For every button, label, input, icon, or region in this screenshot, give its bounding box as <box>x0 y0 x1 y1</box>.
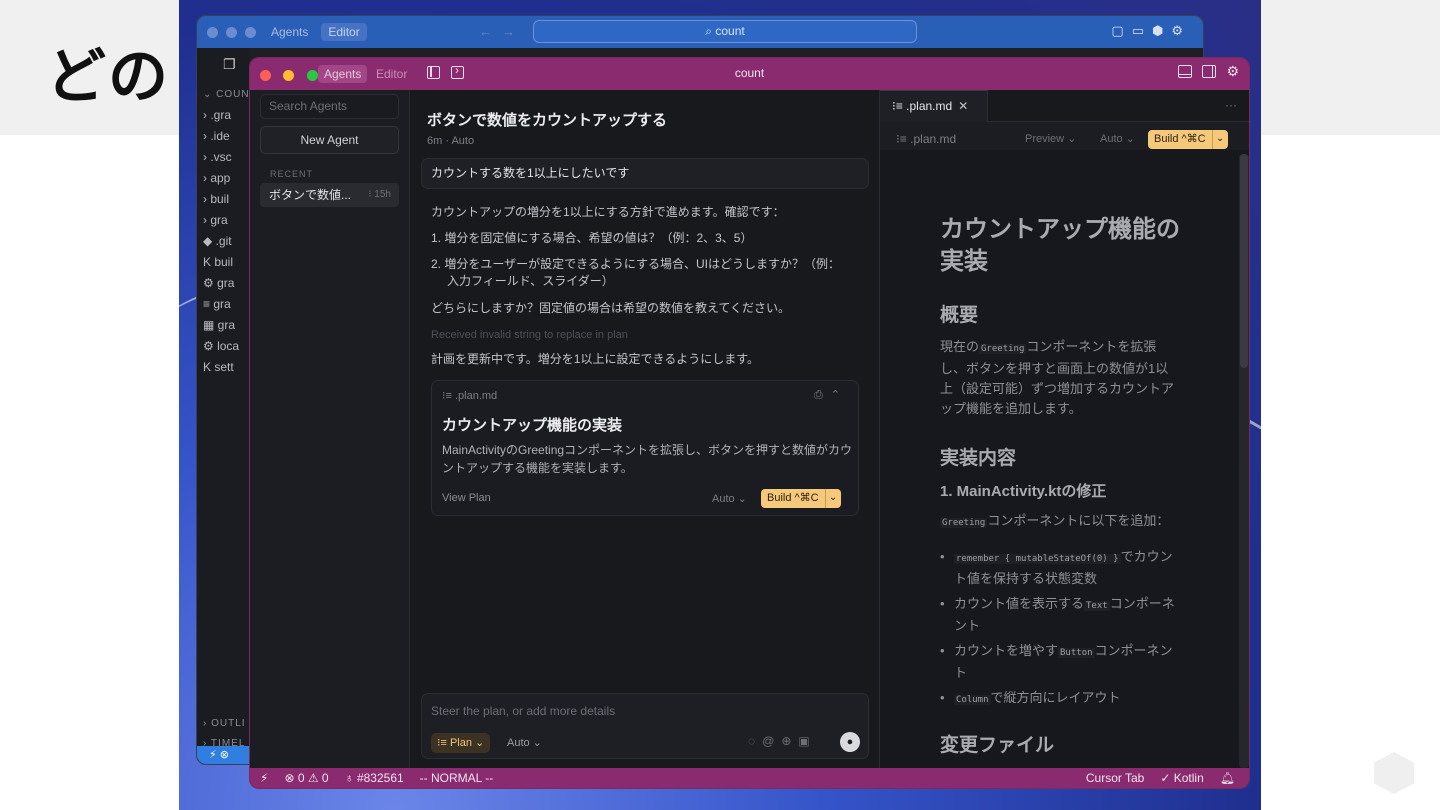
toggle-bottom-panel-icon[interactable] <box>1178 65 1193 78</box>
doc-heading-files: 変更ファイル <box>940 735 1055 756</box>
composer-model-select[interactable]: Auto ⌄ <box>507 736 542 749</box>
maximize-dot[interactable] <box>245 26 256 38</box>
plan-card-file: ⁝≡ .plan.md <box>442 390 498 402</box>
doc-heading-overview: 概要 <box>940 305 979 326</box>
gear-icon[interactable]: ⚙ <box>1226 64 1239 78</box>
doc-heading-main: 1. MainActivity.ktの修正 <box>940 483 1107 500</box>
reply-line: 入力フィールド、スライダー） <box>447 274 614 288</box>
tree-item[interactable]: › gra <box>203 210 250 231</box>
plan-mode-chip[interactable]: ⁝≡ Plan ⌄ <box>431 733 491 753</box>
tree-item[interactable]: ≡ gra <box>203 294 250 315</box>
files-icon[interactable]: ❐ <box>223 56 236 73</box>
tree-header: ⌄ COUN <box>203 89 250 100</box>
hexagon-logo <box>1374 752 1414 794</box>
toggle-right-panel-icon[interactable] <box>1202 65 1217 78</box>
agents-sidebar: Search Agents New Agent RECENT ボタンで数値...… <box>250 90 410 770</box>
cursor-tab-status[interactable]: Cursor Tab <box>1086 768 1144 788</box>
plan-card: ⁝≡ .plan.md ⎙⌃ カウントアップ機能の実装 MainActivity… <box>431 380 859 516</box>
view-plan-link[interactable]: View Plan <box>442 492 491 504</box>
user-message: カウントする数を1以上にしたいです <box>421 158 869 189</box>
preview-select[interactable]: Preview ⌄ <box>1025 132 1076 145</box>
tree-item[interactable]: K buil <box>203 252 250 273</box>
tree-item[interactable]: ⚙ loca <box>203 336 250 357</box>
more-icon[interactable]: ··· <box>1225 98 1237 112</box>
close-dot[interactable] <box>207 26 218 38</box>
back-tab-editor[interactable]: Editor <box>321 23 367 41</box>
close-icon[interactable]: ✕ <box>958 99 968 113</box>
back-tab-agents[interactable]: Agents <box>264 23 315 41</box>
doc-title: カウントアップ機能の実装 <box>940 216 1180 275</box>
tree-item[interactable]: › app <box>203 168 250 189</box>
recent-agent-item[interactable]: ボタンで数値... ⁝ 15h <box>260 183 399 207</box>
tree-item[interactable]: ▦ gra <box>203 315 250 336</box>
slide-title: どの <box>46 42 170 112</box>
reply-line: 2. 増分をユーザーが設定できるようにする場合、UIはどうしますか？（例： <box>431 257 840 271</box>
notification-bell-icon[interactable]: 🔔︎ <box>1220 768 1235 788</box>
plan-card-actions-icon[interactable]: ⎙⌃ <box>814 388 848 402</box>
plan-build-button[interactable]: Build ^⌘C ⌄ <box>761 489 841 508</box>
main-window: Agents Editor count ⚙ Search Agents New … <box>249 57 1250 789</box>
chevron-down-icon[interactable]: ⌄ <box>1211 130 1228 149</box>
status-bar: ⚡ ⊗ 0 ⚠ 0 ♁ #832561 -- NORMAL -- Cursor … <box>250 768 1249 788</box>
tree-item[interactable]: ⚙ gra <box>203 273 250 294</box>
window-title: count <box>734 66 765 80</box>
chevron-down-icon[interactable]: ⌄ <box>824 489 841 508</box>
doc-bullets: remember { mutableStateOf(0) }でカウント値を保持す… <box>940 547 1180 710</box>
plan-card-description: MainActivityのGreetingコンポーネントを拡張し、ボタンを押すと… <box>442 443 853 475</box>
editor-model-select[interactable]: Auto ⌄ <box>1100 132 1135 145</box>
new-agent-button[interactable]: New Agent <box>260 126 399 154</box>
editor-tab-plan[interactable]: ⁝≡ .plan.md ✕ <box>880 90 988 122</box>
back-titlebar: Agents Editor ←→ ⌕ count ▢▭⬢⚙ <box>197 16 1203 48</box>
reply-line: 計画を更新中です。増分を1以上に設定できるようにします。 <box>431 352 760 366</box>
chat-subtitle: 6m · Auto <box>427 135 475 147</box>
back-file-tree: ⌄ COUN › .gra › .ide › .vsc › app › buil… <box>203 84 250 378</box>
composer: Steer the plan, or add more details ⁝≡ P… <box>421 693 869 759</box>
plan-model-select[interactable]: Auto ⌄ <box>712 492 747 505</box>
color-indicator[interactable]: ♁ #832561 <box>345 768 404 788</box>
plan-card-title: カウントアップ機能の実装 <box>442 417 623 434</box>
doc-heading-impl: 実装内容 <box>940 448 1017 469</box>
composer-tool-icons[interactable]: ◌@⊕▣ <box>748 734 817 748</box>
problems-indicator[interactable]: ⊗ 0 ⚠ 0 <box>284 768 328 788</box>
microphone-icon[interactable]: ● <box>840 732 860 752</box>
doc-main-text: Greeting コンポーネントに以下を追加： <box>940 513 1170 528</box>
back-status-bar: ⚡ ⊗ <box>197 746 257 764</box>
reply-line: カウントアップの増分を1以上にする方針で進めます。確認です： <box>431 205 785 219</box>
recent-agent-age: ⁝ 15h <box>368 189 391 200</box>
tree-item[interactable]: › .gra <box>203 105 250 126</box>
tree-item[interactable]: K sett <box>203 357 250 378</box>
editor-build-button[interactable]: Build ^⌘C ⌄ <box>1148 130 1228 149</box>
tree-item[interactable]: › .vsc <box>203 147 250 168</box>
doc-overview-text: 現在の Greeting コンポーネントを拡張し、ボタンを押すと画面上の数値が1以上… <box>940 339 1175 416</box>
error-note: Received invalid string to replace in pl… <box>431 329 628 341</box>
editor-pane: ⁝≡ .plan.md ✕ ··· ⁝≡ .plan.md Preview ⌄ A… <box>879 90 1249 770</box>
tree-item[interactable]: › .ide <box>203 126 250 147</box>
tree-item[interactable]: › buil <box>203 189 250 210</box>
back-toolbar-icons[interactable]: ▢▭⬢⚙ <box>1111 23 1191 39</box>
language-mode[interactable]: ✓ Kotlin <box>1160 768 1203 788</box>
editor-scrollbar[interactable] <box>1239 154 1249 768</box>
reply-line: どちらにしますか？固定値の場合は希望の数値を教えてください。 <box>431 301 791 315</box>
search-agents-input[interactable]: Search Agents <box>260 94 399 119</box>
nav-arrows-icon[interactable]: ←→ <box>479 24 525 39</box>
minimize-dot[interactable] <box>226 26 237 38</box>
chat-pane: ボタンで数値をカウントアップする 6m · Auto カウントする数を1以上にし… <box>411 90 879 770</box>
chat-title: ボタンで数値をカウントアップする <box>427 112 668 129</box>
list-item: カウント値を表示するTextコンポーネント <box>940 594 1180 636</box>
tree-item[interactable]: ◆ .git <box>203 231 250 252</box>
outline-section[interactable]: › OUTLI <box>203 718 246 738</box>
back-search-bar[interactable]: ⌕ count <box>533 20 917 43</box>
plan-document: カウントアップ機能の実装 概要 現在の Greeting コンポーネントを拡張し、ボ… <box>940 214 1180 767</box>
composer-input[interactable]: Steer the plan, or add more details <box>431 704 615 718</box>
recent-label: RECENT <box>270 169 314 179</box>
list-item: remember { mutableStateOf(0) }でカウント値を保持す… <box>940 547 1180 589</box>
titlebar: Agents Editor count ⚙ <box>250 58 1249 90</box>
vim-mode: -- NORMAL -- <box>419 771 494 785</box>
remote-icon[interactable]: ⚡ <box>260 768 268 788</box>
editor-breadcrumb: ⁝≡ .plan.md <box>896 132 957 146</box>
reply-line: 1. 増分を固定値にする場合、希望の値は？（例：2、3、5） <box>431 231 753 245</box>
list-item: カウントを増やすButtonコンポーネント <box>940 641 1180 683</box>
list-item: Columnで縦方向にレイアウト <box>940 688 1180 710</box>
